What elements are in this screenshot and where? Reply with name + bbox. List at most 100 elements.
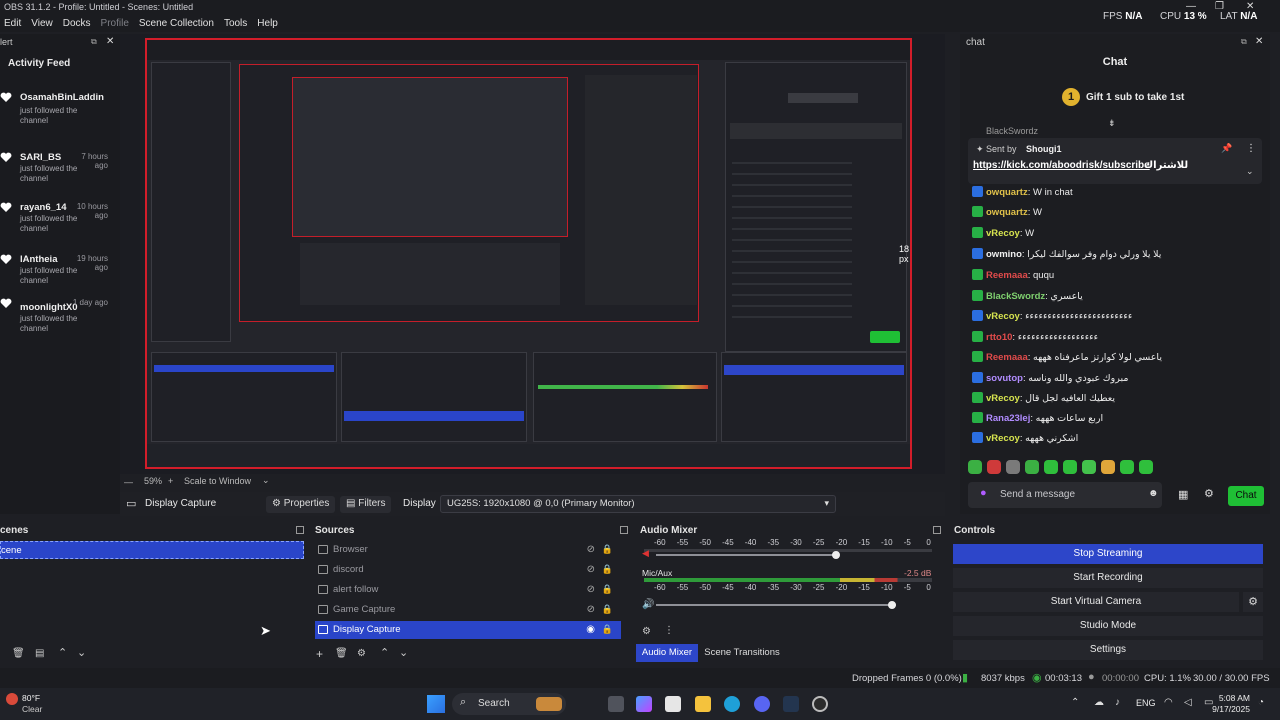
chat-username[interactable]: sovutop: [986, 373, 1023, 384]
chevron-down-icon[interactable]: ⌄: [262, 475, 270, 486]
pin-toggle-icon[interactable]: 📌: [1221, 143, 1232, 154]
obs-icon[interactable]: [812, 696, 828, 712]
tab-scene-transitions[interactable]: Scene Transitions: [702, 644, 782, 662]
lock-icon[interactable]: 🔒: [602, 604, 613, 615]
emote-icon[interactable]: [1063, 460, 1077, 474]
emote-icon[interactable]: [1101, 460, 1115, 474]
chat-username[interactable]: rtto10: [986, 332, 1012, 343]
emote-icon[interactable]: [1044, 460, 1058, 474]
scene-item[interactable]: cene: [0, 541, 304, 559]
add-source-icon[interactable]: +: [316, 647, 323, 661]
volume-icon[interactable]: ◁: [1184, 697, 1192, 708]
remove-source-icon[interactable]: 🗑: [335, 648, 348, 659]
mic-icon[interactable]: ♪: [1115, 697, 1120, 708]
undock-icon[interactable]: [620, 526, 628, 534]
studio-mode-button[interactable]: Studio Mode: [953, 616, 1263, 636]
muted-speaker-icon[interactable]: ◀: [642, 548, 649, 559]
undock-icon[interactable]: ⧉: [91, 37, 97, 47]
chat-username[interactable]: vRecoy: [986, 393, 1020, 404]
steam-icon[interactable]: [783, 696, 799, 712]
gift-icon[interactable]: ▦: [1178, 488, 1188, 501]
close-dock-icon[interactable]: ✕: [1255, 36, 1263, 47]
chat-username[interactable]: vRecoy: [986, 433, 1020, 444]
preview-canvas[interactable]: 18 px: [145, 38, 912, 469]
notification-icon[interactable]: ◔: [1258, 697, 1264, 708]
chat-username[interactable]: owquartz: [986, 207, 1028, 218]
wifi-icon[interactable]: ◠: [1164, 697, 1173, 708]
chat-username[interactable]: vRecoy: [986, 311, 1020, 322]
taskbar-search[interactable]: ⌕ Search: [452, 693, 566, 715]
settings-button[interactable]: Settings: [953, 640, 1263, 660]
chat-username[interactable]: BlackSwordz: [986, 291, 1045, 302]
lock-icon[interactable]: 🔒: [602, 624, 613, 635]
menu-edit[interactable]: Edit: [4, 16, 21, 29]
eye-hidden-icon[interactable]: ⊘: [587, 604, 595, 615]
emote-icon[interactable]: [968, 460, 982, 474]
move-up-icon[interactable]: ⌃: [380, 646, 389, 659]
copilot-icon[interactable]: [636, 696, 652, 712]
clock-date[interactable]: 9/17/2025: [1210, 704, 1250, 714]
file-explorer-icon[interactable]: [695, 696, 711, 712]
source-item[interactable]: Game Capture ⊘ 🔒: [315, 601, 621, 619]
scale-mode[interactable]: Scale to Window: [184, 476, 251, 486]
source-item[interactable]: Display Capture ◉ 🔒: [315, 621, 621, 639]
lock-icon[interactable]: 🔒: [602, 584, 613, 595]
lock-icon[interactable]: 🔒: [602, 544, 613, 555]
emoji-icon[interactable]: ☻: [1148, 488, 1159, 499]
volume-slider-track[interactable]: [656, 554, 836, 556]
chat-username[interactable]: Reemaaa: [986, 352, 1028, 363]
emote-icon[interactable]: [1120, 460, 1134, 474]
emote-icon[interactable]: [1082, 460, 1096, 474]
mic-volume-slider-handle[interactable]: [888, 601, 896, 609]
menu-docks[interactable]: Docks: [63, 16, 91, 29]
remove-scene-icon[interactable]: 🗑: [12, 648, 25, 659]
store-icon[interactable]: [665, 696, 681, 712]
zoom-in-icon[interactable]: +: [168, 476, 173, 486]
undock-icon[interactable]: [933, 526, 941, 534]
stop-streaming-button[interactable]: Stop Streaming: [953, 544, 1263, 564]
gear-icon[interactable]: ⚙: [357, 648, 366, 659]
source-item[interactable]: discord ⊘ 🔒: [315, 561, 621, 579]
windows-start-icon[interactable]: [427, 695, 445, 713]
language-indicator[interactable]: ENG: [1136, 698, 1156, 708]
zoom-out-icon[interactable]: —: [124, 477, 133, 487]
move-down-icon[interactable]: ⌄: [77, 646, 86, 659]
menu-help[interactable]: Help: [257, 16, 278, 29]
undock-icon[interactable]: [296, 526, 304, 534]
emote-icon[interactable]: [1139, 460, 1153, 474]
mic-volume-slider-track[interactable]: [656, 604, 896, 606]
expand-icon[interactable]: ⇟: [1108, 118, 1116, 129]
gear-icon[interactable]: ⚙: [1204, 487, 1214, 500]
more-icon[interactable]: ⋮: [1246, 143, 1256, 154]
lock-icon[interactable]: 🔒: [602, 564, 613, 575]
chat-send-button[interactable]: Chat: [1228, 486, 1264, 506]
start-virtual-camera-button[interactable]: Start Virtual Camera: [953, 592, 1239, 612]
chevron-down-icon[interactable]: ⌄: [1246, 166, 1254, 177]
filters-button[interactable]: ▤ Filters: [340, 496, 392, 513]
tab-audio-mixer[interactable]: Audio Mixer: [636, 644, 698, 662]
menu-scene-collection[interactable]: Scene Collection: [139, 16, 214, 29]
tray-chevron-icon[interactable]: ⌃: [1071, 697, 1079, 708]
move-up-icon[interactable]: ⌃: [58, 646, 67, 659]
eye-hidden-icon[interactable]: ⊘: [587, 544, 595, 555]
source-item[interactable]: Browser ⊘ 🔒: [315, 541, 621, 559]
eye-hidden-icon[interactable]: ⊘: [587, 584, 595, 595]
start-recording-button[interactable]: Start Recording: [953, 568, 1263, 588]
task-view-icon[interactable]: [608, 696, 624, 712]
emote-icon[interactable]: [1006, 460, 1020, 474]
eye-hidden-icon[interactable]: ⊘: [587, 564, 595, 575]
discord-icon[interactable]: [754, 696, 770, 712]
filters-icon[interactable]: ▤: [35, 648, 44, 659]
more-icon[interactable]: ⋮: [664, 625, 674, 636]
edge-icon[interactable]: [724, 696, 740, 712]
move-down-icon[interactable]: ⌄: [399, 646, 408, 659]
source-item[interactable]: alert follow ⊘ 🔒: [315, 581, 621, 599]
chat-username[interactable]: owquartz: [986, 187, 1028, 198]
chat-username[interactable]: owmino: [986, 249, 1022, 260]
chat-username[interactable]: Reemaaa: [986, 270, 1028, 281]
volume-slider-handle[interactable]: [832, 551, 840, 559]
gear-icon[interactable]: ⚙: [1243, 592, 1263, 612]
emote-icon[interactable]: [1025, 460, 1039, 474]
subscribe-link[interactable]: https://kick.com/aboodrisk/subscribe: [973, 160, 1150, 171]
speaker-icon[interactable]: 🔊: [642, 599, 654, 610]
